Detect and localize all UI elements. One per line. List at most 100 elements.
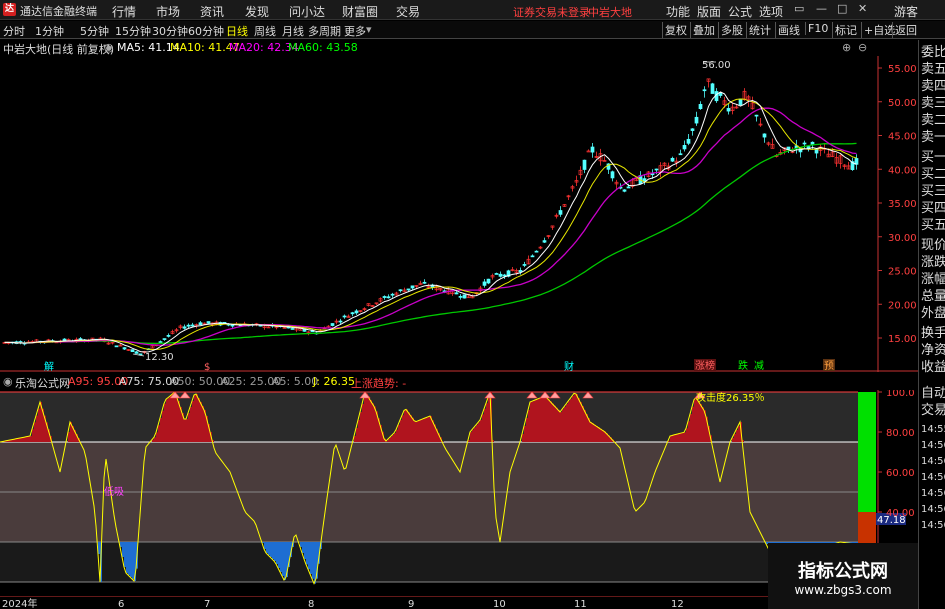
period-toolbar: 分时 1分钟 5分钟 15分钟 30分钟 60分钟 日线 周线 月线 多周期 更… (0, 21, 945, 39)
rp-pct: 涨幅 (921, 272, 945, 287)
tool-adjust[interactable]: 复权 (662, 22, 689, 38)
event-finance: 财 (564, 360, 574, 372)
tool-multi[interactable]: 多股 (718, 22, 745, 38)
candle-body (814, 149, 819, 154)
candle-body (558, 210, 563, 215)
candle-body (114, 345, 119, 348)
rp-weibi[interactable]: 委比 (921, 44, 945, 61)
rp-buy3[interactable]: 买三 (921, 183, 945, 200)
period-15min[interactable]: 15分钟 (115, 23, 151, 39)
event-forecast: 预 (824, 360, 834, 372)
candle-body (654, 168, 659, 171)
x-tick-8: 8 (308, 599, 314, 609)
rp-time-5: 14:56 (921, 504, 945, 515)
user-label[interactable]: 游客 (894, 3, 918, 20)
x-tick-11: 11 (574, 599, 587, 609)
price-tick-label: 55.00 (888, 64, 917, 75)
maximize-icon[interactable]: □ (837, 2, 847, 15)
candlestick-chart[interactable]: 55.00 50.00 45.00 40.00 35.00 30.00 25.00 20.00… (0, 56, 918, 372)
zoom-out-icon[interactable]: ⊖ (858, 41, 867, 54)
period-monthly[interactable]: 月线 (282, 23, 304, 39)
candle-body (410, 285, 415, 289)
candle-body (590, 146, 595, 153)
menu-quotes[interactable]: 行情 (112, 3, 136, 20)
period-30min[interactable]: 30分钟 (152, 23, 188, 39)
indicator-name[interactable]: 乐淘公式网 (15, 375, 70, 391)
rp-sell5[interactable]: 卖五 (921, 61, 945, 78)
ind-axis-60: 60.00 (886, 468, 915, 479)
candle-body (290, 328, 295, 330)
candle-body (162, 338, 167, 340)
chevron-down-icon[interactable]: ▾ (366, 23, 372, 36)
period-intraday[interactable]: 分时 (3, 23, 25, 39)
price-tick-label: 25.00 (888, 267, 917, 278)
close-icon[interactable]: ✕ (858, 2, 867, 15)
candle-body (710, 83, 715, 94)
settings-icon[interactable]: ◉ (104, 41, 114, 54)
minimize-icon[interactable]: — (816, 2, 827, 15)
candle-body (398, 289, 403, 292)
rp-buy2[interactable]: 买二 (921, 166, 945, 183)
menu-discover[interactable]: 发现 (245, 3, 269, 20)
tool-back[interactable]: 返回 (892, 22, 919, 38)
rp-buy5[interactable]: 买五 (921, 217, 945, 234)
period-weekly[interactable]: 周线 (254, 23, 276, 39)
rp-buy1[interactable]: 买一 (921, 149, 945, 166)
a5-value: A5: 5.00 (272, 375, 319, 388)
candle-body (682, 145, 687, 150)
rp-buy4[interactable]: 买四 (921, 200, 945, 217)
indicator-settings-icon[interactable]: ◉ (3, 375, 13, 388)
tool-f10[interactable]: F10 (805, 22, 830, 35)
app-title: 通达信金融终端 (20, 5, 97, 18)
candle-body (198, 322, 203, 326)
period-1min[interactable]: 1分钟 (35, 23, 64, 39)
menu-formula[interactable]: 公式 (728, 3, 752, 20)
low-buy-label: 低吸 (104, 485, 124, 498)
period-60min[interactable]: 60分钟 (188, 23, 224, 39)
period-daily[interactable]: 日线 (226, 23, 248, 39)
watermark: 指标公式网 www.zbgs3.com (768, 543, 918, 609)
candle-body (678, 153, 683, 156)
candle-body (726, 108, 731, 112)
ind-axis-40: 40.00 (886, 508, 915, 519)
rp-sell4[interactable]: 卖四 (921, 78, 945, 95)
menu-market[interactable]: 市场 (156, 3, 180, 20)
candle-body (330, 323, 335, 326)
menu-icon[interactable]: ▭ (794, 2, 804, 15)
rp-auto[interactable]: 自动 (921, 385, 945, 402)
period-5min[interactable]: 5分钟 (80, 23, 109, 39)
menu-ask[interactable]: 问小达 (289, 3, 325, 20)
add-indicator-icon[interactable]: ⊕ (842, 41, 851, 54)
tool-stats[interactable]: 统计 (746, 22, 773, 38)
attack-label: 攻击度26.35％ (696, 391, 765, 404)
tool-draw[interactable]: 画线 (775, 22, 802, 38)
candle-body (610, 171, 615, 179)
low-pointer (132, 353, 145, 357)
tool-overlay[interactable]: 叠加 (690, 22, 717, 38)
menu-layout[interactable]: 版面 (697, 3, 721, 20)
candle-body (738, 98, 743, 105)
menu-news[interactable]: 资讯 (200, 3, 224, 20)
ma-info-line: 中岩大地(日线 前复权) ◉ MA5: 41.14 MA10: 41.47 MA… (0, 40, 880, 56)
login-warning[interactable]: 证券交易未登录 (513, 4, 590, 20)
ma10-line (4, 98, 857, 351)
candle-body (582, 159, 587, 170)
candle-body (206, 321, 211, 324)
period-multi[interactable]: 多周期 (308, 23, 341, 39)
menu-wealth[interactable]: 财富圈 (342, 3, 378, 20)
indicator-bar-green (858, 392, 876, 512)
menu-function[interactable]: 功能 (666, 3, 690, 20)
rp-sell1[interactable]: 卖一 (921, 129, 945, 146)
candle-body (754, 114, 759, 117)
tool-mark[interactable]: 标记 (832, 22, 859, 38)
candle-body (622, 189, 627, 192)
menu-trade[interactable]: 交易 (396, 3, 420, 20)
period-more[interactable]: 更多 (344, 23, 366, 39)
candle-body (542, 240, 547, 243)
rp-sell2[interactable]: 卖二 (921, 112, 945, 129)
x-tick-2024: 2024年 (2, 597, 37, 609)
rp-sell3[interactable]: 卖三 (921, 95, 945, 112)
menu-options[interactable]: 选项 (759, 3, 783, 20)
x-tick-9: 9 (408, 599, 414, 609)
rp-trade[interactable]: 交易 (921, 402, 945, 419)
